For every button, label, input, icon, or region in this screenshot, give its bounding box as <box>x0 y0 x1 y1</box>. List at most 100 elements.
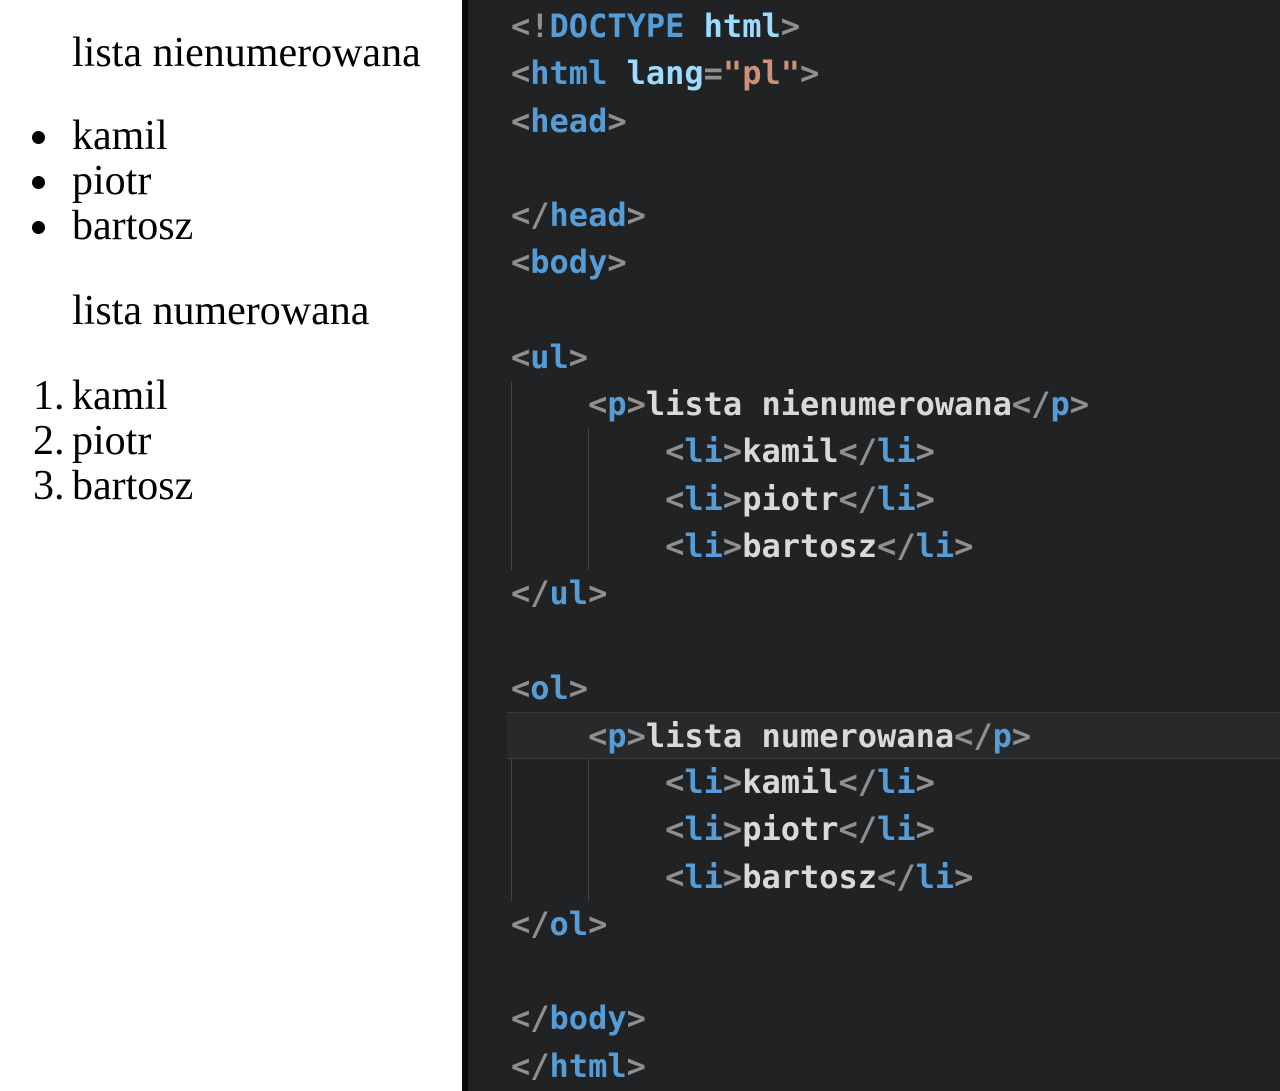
code-token: > <box>569 669 588 707</box>
code-token: kamil <box>742 432 838 470</box>
code-line[interactable]: </body> <box>511 995 1280 1042</box>
code-token: > <box>723 763 742 801</box>
code-token: > <box>588 574 607 612</box>
code-token: </ <box>511 999 550 1037</box>
list-item: kamil <box>72 114 168 159</box>
code-token: < <box>665 527 684 565</box>
code-line[interactable]: <!DOCTYPE html> <box>511 3 1280 50</box>
code-token: </ <box>511 1047 550 1085</box>
code-line[interactable] <box>511 617 1280 664</box>
code-token: < <box>511 243 530 281</box>
code-token: < <box>665 810 684 848</box>
code-token: li <box>684 810 723 848</box>
code-token: > <box>1012 717 1031 755</box>
code-token: li <box>877 432 916 470</box>
code-line[interactable]: <li>piotr</li> <box>511 806 1280 853</box>
code-token: </ <box>877 527 916 565</box>
list-item-text: kamil <box>72 113 168 159</box>
code-line[interactable]: <body> <box>511 239 1280 286</box>
code-editor-pane[interactable]: <!DOCTYPE html><html lang="pl"><head></h… <box>468 0 1280 1091</box>
code-token: li <box>684 858 723 896</box>
code-token: body <box>530 243 607 281</box>
code-line[interactable]: <li>kamil</li> <box>511 759 1280 806</box>
code-token: > <box>916 480 935 518</box>
list-item-text: bartosz <box>72 463 193 509</box>
code-line[interactable]: </ul> <box>511 570 1280 617</box>
code-token: > <box>723 480 742 518</box>
code-token: > <box>627 385 646 423</box>
ordered-list-heading: lista numerowana <box>72 289 369 334</box>
code-token: li <box>877 480 916 518</box>
code-token: html <box>550 1047 627 1085</box>
code-token: > <box>954 527 973 565</box>
code-token: DOCTYPE <box>550 7 685 45</box>
code-line[interactable]: <html lang="pl"> <box>511 50 1280 97</box>
code-token: </ <box>954 717 993 755</box>
code-token: < <box>665 858 684 896</box>
code-line[interactable] <box>511 948 1280 995</box>
code-token: < <box>588 717 607 755</box>
list-item: 2. piotr <box>72 419 151 464</box>
code-token: lista nienumerowana <box>646 385 1012 423</box>
code-token: li <box>684 432 723 470</box>
list-item: bartosz <box>72 204 193 249</box>
code-token: p <box>1050 385 1069 423</box>
code-token: </ <box>839 763 878 801</box>
code-token: > <box>627 1047 646 1085</box>
code-token: > <box>723 810 742 848</box>
code-token: < <box>588 385 607 423</box>
code-line[interactable]: <ol> <box>511 665 1280 712</box>
code-token: </ <box>839 480 878 518</box>
code-token: < <box>665 480 684 518</box>
list-item-text: kamil <box>72 373 168 419</box>
code-token: bartosz <box>742 527 877 565</box>
code-token: li <box>877 763 916 801</box>
code-line[interactable]: <ul> <box>511 334 1280 381</box>
code-line[interactable] <box>511 145 1280 192</box>
code-line[interactable]: <li>bartosz</li> <box>511 523 1280 570</box>
code-token: kamil <box>742 763 838 801</box>
code-token: > <box>723 527 742 565</box>
code-token: </ <box>511 574 550 612</box>
unordered-list-heading: lista nienumerowana <box>72 31 421 76</box>
rendered-page-pane: lista nienumerowana kamil piotr bartosz … <box>0 0 462 1091</box>
code-line[interactable]: <li>kamil</li> <box>511 428 1280 475</box>
code-token: > <box>954 858 973 896</box>
bullet-icon <box>32 176 45 189</box>
list-item-text: bartosz <box>72 203 193 249</box>
code-line[interactable]: </head> <box>511 192 1280 239</box>
code-token: < <box>511 338 530 376</box>
code-line[interactable]: </html> <box>511 1043 1280 1090</box>
code-token: </ <box>839 810 878 848</box>
code-token: > <box>916 432 935 470</box>
code-token: > <box>781 7 800 45</box>
code-token: > <box>916 763 935 801</box>
code-token: piotr <box>742 480 838 518</box>
list-item-text: piotr <box>72 418 151 464</box>
code-line[interactable]: <li>piotr</li> <box>511 476 1280 523</box>
code-line[interactable]: </ol> <box>511 901 1280 948</box>
code-token: ol <box>530 669 569 707</box>
code-token: = <box>704 54 723 92</box>
code-token: li <box>684 480 723 518</box>
code-token: > <box>607 102 626 140</box>
code-token: < <box>511 669 530 707</box>
code-token: < <box>511 102 530 140</box>
code-line-active[interactable]: <p>lista numerowana</p> <box>507 712 1280 759</box>
code-token: piotr <box>742 810 838 848</box>
code-token: > <box>627 999 646 1037</box>
code-token: li <box>916 527 955 565</box>
code-token: ol <box>550 905 589 943</box>
code-token: > <box>800 54 819 92</box>
code-token: p <box>993 717 1012 755</box>
code-token: p <box>607 717 626 755</box>
code-token: <! <box>511 7 550 45</box>
code-line[interactable]: <li>bartosz</li> <box>511 854 1280 901</box>
code-line[interactable]: <head> <box>511 98 1280 145</box>
code-line[interactable]: <p>lista nienumerowana</p> <box>511 381 1280 428</box>
bullet-icon <box>32 221 45 234</box>
code-token: > <box>588 905 607 943</box>
code-lines[interactable]: <!DOCTYPE html><html lang="pl"><head></h… <box>511 3 1280 1091</box>
code-token: </ <box>839 432 878 470</box>
code-line[interactable] <box>511 287 1280 334</box>
